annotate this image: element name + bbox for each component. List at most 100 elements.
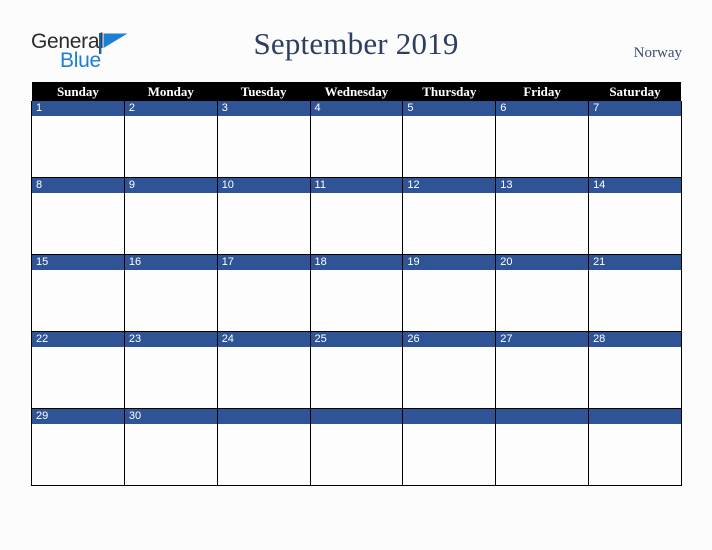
day-number: 28 [589, 332, 681, 347]
calendar-day-cell[interactable]: 26 [402, 331, 497, 409]
day-note-area[interactable] [496, 424, 589, 485]
day-note-area[interactable] [310, 193, 403, 254]
day-number: 1 [32, 101, 124, 116]
calendar-day-cell[interactable]: 13 [495, 177, 590, 255]
day-cell-inner: 14 [589, 178, 681, 254]
day-note-area[interactable] [310, 116, 403, 177]
day-cell-inner: 1 [32, 101, 124, 177]
day-note-area[interactable] [403, 116, 496, 177]
day-note-area[interactable] [403, 193, 496, 254]
calendar-day-cell[interactable]: 12 [402, 177, 497, 255]
day-note-area[interactable] [496, 347, 589, 408]
day-note-area[interactable] [589, 424, 681, 485]
day-note-area[interactable] [403, 347, 496, 408]
calendar-day-cell[interactable] [588, 408, 682, 486]
day-note-area[interactable] [217, 347, 310, 408]
calendar-day-cell[interactable]: 15 [31, 254, 125, 332]
calendar-week-row: 1234567 [31, 101, 682, 178]
day-note-area[interactable] [32, 270, 124, 331]
calendar-day-cell[interactable]: 29 [31, 408, 125, 486]
calendar-day-cell[interactable] [402, 408, 497, 486]
day-note-area[interactable] [403, 270, 496, 331]
calendar-day-cell[interactable]: 11 [309, 177, 404, 255]
day-cell-inner: 29 [32, 409, 124, 485]
weekday-header-row: Sunday Monday Tuesday Wednesday Thursday Frid… [31, 82, 682, 101]
day-number: 13 [496, 178, 589, 193]
day-cell-inner: 28 [589, 332, 681, 408]
weekday-header-saturday: Saturday [588, 82, 682, 101]
calendar-day-cell[interactable]: 7 [588, 101, 682, 178]
day-note-area[interactable] [496, 270, 589, 331]
calendar-day-cell[interactable]: 17 [216, 254, 311, 332]
day-note-area[interactable] [496, 116, 589, 177]
day-number [310, 409, 403, 424]
weekday-header-friday: Friday [495, 82, 589, 101]
calendar-day-cell[interactable]: 3 [216, 101, 311, 178]
calendar-day-cell[interactable]: 27 [495, 331, 590, 409]
page-header: General Blue September 2019 Norway [0, 0, 712, 80]
day-number: 11 [310, 178, 403, 193]
day-note-area[interactable] [589, 116, 681, 177]
day-note-area[interactable] [124, 347, 217, 408]
day-number: 6 [496, 101, 589, 116]
calendar-day-cell[interactable]: 25 [309, 331, 404, 409]
day-note-area[interactable] [32, 424, 124, 485]
day-number: 27 [496, 332, 589, 347]
calendar-day-cell[interactable]: 24 [216, 331, 311, 409]
day-cell-inner [403, 409, 496, 485]
day-number: 23 [124, 332, 217, 347]
day-note-area[interactable] [589, 270, 681, 331]
day-note-area[interactable] [217, 270, 310, 331]
calendar-day-cell[interactable]: 6 [495, 101, 590, 178]
day-note-area[interactable] [310, 270, 403, 331]
day-note-area[interactable] [32, 347, 124, 408]
day-note-area[interactable] [124, 193, 217, 254]
day-note-area[interactable] [217, 116, 310, 177]
calendar-day-cell[interactable]: 30 [123, 408, 218, 486]
calendar-day-cell[interactable]: 8 [31, 177, 125, 255]
calendar-day-cell[interactable]: 28 [588, 331, 682, 409]
calendar-day-cell[interactable]: 10 [216, 177, 311, 255]
calendar-day-cell[interactable]: 9 [123, 177, 218, 255]
calendar-day-cell[interactable]: 2 [123, 101, 218, 178]
calendar-week-row: 15 16 17 18 19 20 21 [31, 254, 682, 332]
day-note-area[interactable] [124, 116, 217, 177]
day-note-area[interactable] [32, 116, 124, 177]
weekday-header-sunday: Sunday [31, 82, 125, 101]
day-note-area[interactable] [403, 424, 496, 485]
day-note-area[interactable] [124, 270, 217, 331]
day-number: 2 [124, 101, 217, 116]
day-note-area[interactable] [496, 193, 589, 254]
calendar-day-cell[interactable]: 16 [123, 254, 218, 332]
day-cell-inner: 10 [217, 178, 310, 254]
calendar-day-cell[interactable]: 18 [309, 254, 404, 332]
day-cell-inner: 7 [589, 101, 681, 177]
day-number: 18 [310, 255, 403, 270]
calendar-day-cell[interactable]: 4 [309, 101, 404, 178]
day-note-area[interactable] [217, 424, 310, 485]
calendar-day-cell[interactable]: 1 [31, 101, 125, 178]
calendar-day-cell[interactable]: 22 [31, 331, 125, 409]
day-note-area[interactable] [589, 193, 681, 254]
day-note-area[interactable] [310, 424, 403, 485]
calendar-day-cell[interactable] [495, 408, 590, 486]
day-note-area[interactable] [217, 193, 310, 254]
calendar-day-cell[interactable]: 23 [123, 331, 218, 409]
day-number: 30 [124, 409, 217, 424]
day-number: 19 [403, 255, 496, 270]
day-cell-inner: 19 [403, 255, 496, 331]
calendar-day-cell[interactable]: 19 [402, 254, 497, 332]
day-number: 12 [403, 178, 496, 193]
day-note-area[interactable] [32, 193, 124, 254]
day-note-area[interactable] [124, 424, 217, 485]
day-number: 21 [589, 255, 681, 270]
calendar-day-cell[interactable]: 20 [495, 254, 590, 332]
weekday-header-monday: Monday [124, 82, 218, 101]
calendar-day-cell[interactable] [216, 408, 311, 486]
calendar-day-cell[interactable]: 5 [402, 101, 497, 178]
day-note-area[interactable] [589, 347, 681, 408]
day-note-area[interactable] [310, 347, 403, 408]
calendar-day-cell[interactable]: 14 [588, 177, 682, 255]
calendar-day-cell[interactable] [309, 408, 404, 486]
calendar-day-cell[interactable]: 21 [588, 254, 682, 332]
